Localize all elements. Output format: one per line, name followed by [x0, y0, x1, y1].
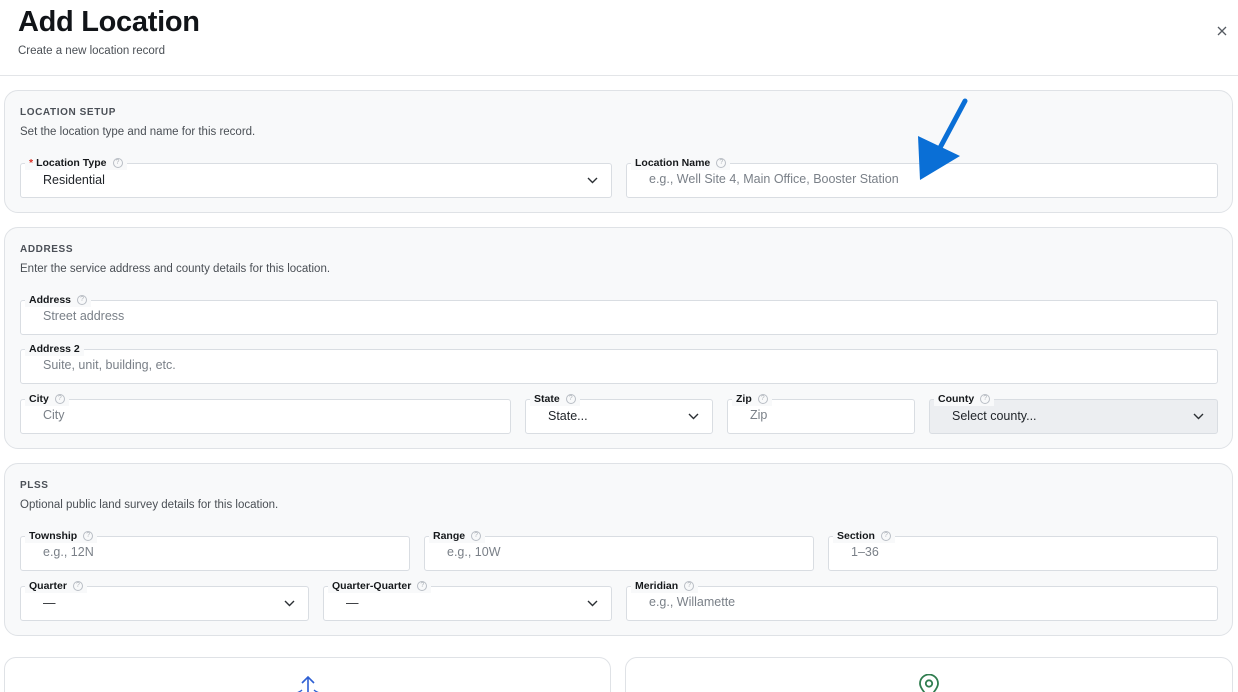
close-button[interactable]	[1213, 22, 1231, 40]
chevron-down-icon	[587, 177, 598, 184]
help-icon[interactable]: ?	[757, 394, 768, 404]
chevron-down-icon	[1193, 413, 1204, 420]
section-description: Set the location type and name for this …	[20, 126, 256, 138]
quarter-select[interactable]: Quarter ? —	[20, 579, 309, 621]
address-field[interactable]: Address ?	[20, 293, 1218, 335]
location-name-field[interactable]: Location Name ?	[626, 156, 1218, 198]
page-title: Add Location	[18, 6, 200, 38]
state-label: State ?	[530, 392, 580, 406]
township-input[interactable]	[43, 545, 371, 559]
help-icon[interactable]: ?	[77, 295, 88, 305]
section-label: Section ?	[833, 529, 895, 543]
section-title: PLSS	[20, 480, 49, 491]
help-icon[interactable]: ?	[880, 531, 891, 541]
plss-section: PLSS Optional public land survey details…	[4, 463, 1233, 636]
help-icon[interactable]: ?	[83, 531, 94, 541]
state-select[interactable]: State ? State...	[525, 392, 713, 434]
map-pin-icon	[919, 674, 939, 692]
township-field[interactable]: Township ?	[20, 529, 410, 571]
county-select[interactable]: County ? Select county...	[929, 392, 1218, 434]
help-icon[interactable]: ?	[684, 581, 695, 591]
section-description: Enter the service address and county det…	[20, 263, 331, 275]
upload-card[interactable]	[4, 657, 611, 692]
zip-label: Zip ?	[732, 392, 772, 406]
address-section: ADDRESS Enter the service address and co…	[4, 227, 1233, 449]
upload-arrow-icon	[297, 675, 319, 692]
address2-input[interactable]	[43, 358, 1179, 372]
address-input[interactable]	[43, 309, 1179, 323]
county-label: County ?	[934, 392, 995, 406]
section-input[interactable]	[851, 545, 1179, 559]
help-icon[interactable]: ?	[72, 581, 83, 591]
page-subtitle: Create a new location record	[18, 45, 166, 57]
chevron-down-icon	[688, 413, 699, 420]
state-value: State...	[548, 409, 588, 423]
quarter-quarter-value: —	[346, 596, 359, 610]
help-icon[interactable]: ?	[471, 531, 482, 541]
section-title: LOCATION SETUP	[20, 107, 116, 118]
help-icon[interactable]: ?	[716, 158, 727, 168]
help-icon[interactable]: ?	[112, 158, 123, 168]
section-title: ADDRESS	[20, 244, 74, 255]
help-icon[interactable]: ?	[417, 581, 428, 591]
section-description: Optional public land survey details for …	[20, 499, 279, 511]
help-icon[interactable]: ?	[565, 394, 576, 404]
meridian-input[interactable]	[649, 595, 1179, 609]
city-label: City ?	[25, 392, 69, 406]
help-icon[interactable]: ?	[980, 394, 991, 404]
quarter-quarter-label: Quarter-Quarter ?	[328, 579, 432, 593]
zip-input[interactable]	[750, 408, 876, 422]
required-marker: *	[29, 157, 34, 169]
section-field[interactable]: Section ?	[828, 529, 1218, 571]
range-label: Range ?	[429, 529, 486, 543]
county-value: Select county...	[952, 409, 1037, 423]
location-name-input[interactable]	[649, 172, 1179, 186]
chevron-down-icon	[587, 600, 598, 607]
location-type-label: * Location Type ?	[25, 156, 127, 170]
meridian-label: Meridian ?	[631, 579, 699, 593]
help-icon[interactable]: ?	[54, 394, 65, 404]
quarter-quarter-select[interactable]: Quarter-Quarter ? —	[323, 579, 612, 621]
quarter-value: —	[43, 596, 56, 610]
meridian-field[interactable]: Meridian ?	[626, 579, 1218, 621]
location-name-label: Location Name ?	[631, 156, 731, 170]
address2-field[interactable]: Address 2	[20, 342, 1218, 384]
dialog-header: Add Location Create a new location recor…	[0, 0, 1238, 76]
range-input[interactable]	[447, 545, 775, 559]
location-setup-section: LOCATION SETUP Set the location type and…	[4, 90, 1233, 213]
close-icon[interactable]	[1213, 22, 1231, 40]
address2-label: Address 2	[25, 342, 84, 356]
chevron-down-icon	[284, 600, 295, 607]
zip-field[interactable]: Zip ?	[727, 392, 915, 434]
city-field[interactable]: City ?	[20, 392, 511, 434]
quarter-label: Quarter ?	[25, 579, 87, 593]
range-field[interactable]: Range ?	[424, 529, 814, 571]
location-type-select[interactable]: * Location Type ? Residential	[20, 156, 612, 198]
map-location-card[interactable]	[625, 657, 1233, 692]
location-type-value: Residential	[43, 173, 105, 187]
township-label: Township ?	[25, 529, 98, 543]
address-label: Address ?	[25, 293, 92, 307]
city-input[interactable]	[43, 408, 472, 422]
